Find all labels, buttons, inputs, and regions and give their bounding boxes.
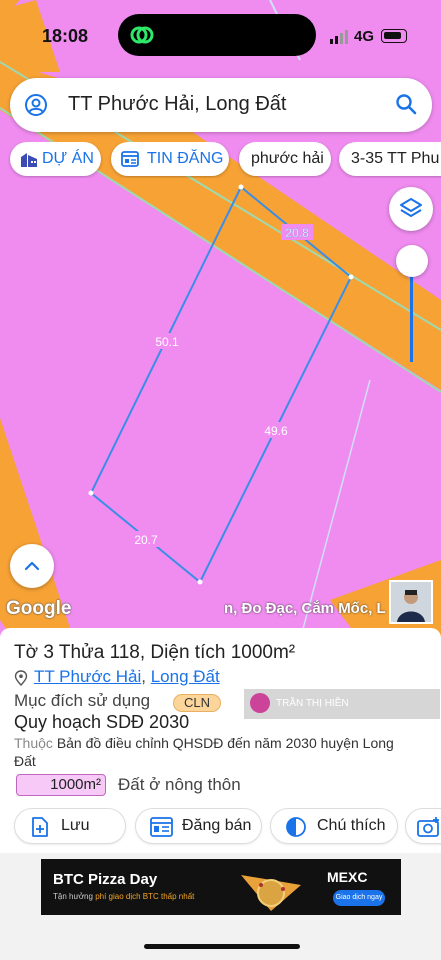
google-logo: Google	[6, 598, 72, 619]
note-prefix: Thuộc	[14, 735, 57, 751]
save-button[interactable]: Lưu	[14, 808, 126, 844]
chip-label: 3-35 TT Phu	[351, 150, 440, 167]
legend-label: Chú thích	[317, 817, 386, 834]
svg-text:49.6: 49.6	[264, 424, 288, 438]
location-link-district[interactable]: Long Đất	[151, 667, 220, 686]
search-bar[interactable]: TT Phước Hải, Long Đất	[10, 78, 432, 132]
ad-subtitle-b: phí giao dịch BTC thấp nhất	[95, 892, 195, 901]
home-indicator[interactable]	[144, 944, 300, 949]
location-link-ward[interactable]: TT Phước Hải	[34, 667, 141, 686]
ad-banner[interactable]: BTC Pizza Day Tận hưởng phí giao dịch BT…	[41, 859, 401, 915]
chip-label: DỰ ÁN	[42, 150, 94, 167]
map-ad-marquee[interactable]: n, Đo Đạc, Cắm Mốc, L	[224, 600, 390, 617]
add-photo-button[interactable]	[405, 808, 441, 844]
owner-watermark: TRẦN THỊ HIỀN	[244, 689, 440, 719]
parcel-vertex	[197, 579, 203, 585]
chip-du-an[interactable]: DỰ ÁN	[10, 142, 101, 176]
link-rings-icon	[130, 26, 154, 44]
chip-phuoc-hai[interactable]: phước hải	[239, 142, 331, 176]
account-icon[interactable]	[24, 93, 48, 117]
opacity-slider-knob[interactable]	[396, 245, 428, 277]
svg-text:20.8: 20.8	[285, 226, 309, 240]
land-type: Đất ở nông thôn	[118, 775, 241, 794]
pizza-coin-icon	[241, 875, 301, 911]
filter-chips: DỰ ÁN TIN ĐĂNG phước hải 3-35 TT Phu	[0, 142, 441, 178]
layers-icon	[400, 198, 422, 217]
status-bar: 18:08 4G	[0, 0, 441, 72]
location-row: TT Phước Hải, Long Đất	[14, 667, 220, 687]
parcel-vertex	[88, 490, 94, 496]
plan-title: Quy hoạch SDĐ 2030	[14, 712, 190, 732]
save-label: Lưu	[61, 817, 90, 834]
ad-brand: MEXC	[327, 869, 368, 885]
parcel-info-sheet: Tờ 3 Thửa 118, Diện tích 1000m² TT Phước…	[0, 628, 441, 853]
chip-tin-dang[interactable]: TIN ĐĂNG	[111, 142, 229, 176]
purpose-label: Mục đích sử dụng	[14, 691, 151, 710]
search-input[interactable]: TT Phước Hải, Long Đất	[68, 93, 286, 116]
save-file-icon	[32, 817, 48, 837]
owner-name: TRẦN THỊ HIỀN	[276, 698, 349, 709]
person-photo-icon	[391, 582, 431, 622]
status-time: 18:08	[42, 26, 89, 46]
location-separator: ,	[141, 667, 151, 686]
chip-label: phước hải	[251, 150, 324, 167]
signal-icon	[330, 30, 348, 44]
app-root: 20.8 50.1 49.6 20.7 18:08 4G TT Phước Hả…	[0, 0, 441, 960]
dynamic-island	[118, 14, 316, 56]
ad-subtitle: Tận hưởng phí giao dịch BTC thấp nhất	[53, 892, 194, 901]
layers-button[interactable]	[389, 187, 433, 231]
parcel-vertex	[238, 184, 244, 190]
expand-sheet-button[interactable]	[10, 544, 54, 588]
plan-note: Thuộc Bản đồ điều chỉnh QHSDĐ đến năm 20…	[14, 734, 414, 770]
area-value-tag: 1000m²	[16, 774, 106, 796]
network-label: 4G	[354, 28, 375, 45]
parcel-title: Tờ 3 Thửa 118, Diện tích 1000m²	[14, 642, 296, 663]
chip-3-35[interactable]: 3-35 TT Phu	[339, 142, 441, 176]
ad-title: BTC Pizza Day	[53, 871, 158, 888]
legend-button[interactable]: Chú thích	[270, 808, 398, 844]
svg-text:50.1: 50.1	[155, 335, 179, 349]
battery-icon	[381, 29, 407, 43]
note-body: Bản đồ điều chỉnh QHSDĐ đến năm 2030 huy…	[14, 735, 394, 769]
purpose-code-badge: CLN	[173, 694, 221, 712]
chip-label: TIN ĐĂNG	[147, 150, 224, 167]
post-for-sale-button[interactable]: Đăng bán	[135, 808, 262, 844]
parcel-vertex	[348, 274, 354, 280]
edge-label-bottom: 20.7	[130, 531, 162, 547]
location-pin-icon	[14, 669, 28, 686]
search-icon[interactable]	[394, 92, 418, 116]
chevron-up-icon	[24, 561, 40, 571]
owner-avatar	[250, 693, 270, 713]
svg-text:20.7: 20.7	[134, 533, 158, 547]
edge-label-left: 50.1	[151, 333, 183, 349]
opacity-slider-track[interactable]	[410, 262, 413, 362]
building-icon	[21, 153, 37, 167]
listing-icon	[121, 151, 139, 167]
ad-cta-button[interactable]: Giao dịch ngay	[333, 890, 385, 906]
ad-subtitle-a: Tận hưởng	[53, 892, 96, 901]
edge-label-right: 49.6	[260, 422, 292, 438]
add-photo-icon	[417, 817, 439, 837]
agent-avatar[interactable]	[389, 580, 433, 624]
contrast-icon	[286, 817, 306, 837]
post-label: Đăng bán	[182, 817, 252, 834]
listing-icon	[150, 817, 173, 837]
edge-label-top: 20.8	[281, 224, 313, 240]
